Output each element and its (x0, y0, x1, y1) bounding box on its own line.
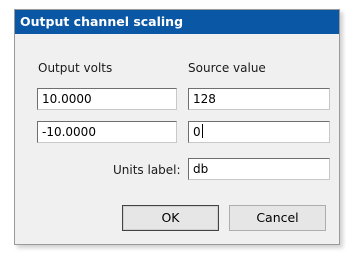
units-label-field[interactable]: db (188, 158, 330, 180)
output-channel-scaling-dialog: Output channel scaling Output volts Sour… (14, 9, 340, 245)
output-volts-max-field[interactable]: 10.0000 (37, 88, 177, 110)
source-value-max-field[interactable]: 128 (188, 88, 330, 110)
source-value-min-text: 0 (193, 125, 201, 139)
dialog-title: Output channel scaling (15, 10, 339, 34)
cancel-button[interactable]: Cancel (229, 205, 326, 231)
ok-button[interactable]: OK (122, 205, 219, 231)
source-value-header: Source value (188, 61, 266, 75)
output-volts-header: Output volts (38, 61, 113, 75)
output-volts-min-field[interactable]: -10.0000 (37, 121, 177, 143)
source-value-min-field[interactable]: 0 (188, 121, 330, 143)
units-label-caption: Units label: (113, 163, 181, 177)
text-caret (201, 125, 203, 139)
